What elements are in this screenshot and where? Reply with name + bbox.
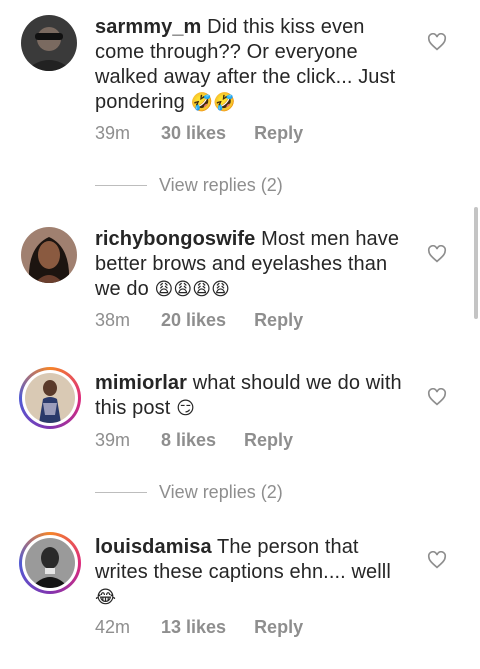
reply-button[interactable]: Reply [254,310,303,331]
timestamp: 42m [95,617,131,637]
comment-meta: 42m 13 likes Reply [95,617,303,638]
username[interactable]: mimiorlar [95,372,187,394]
likes-count[interactable]: 8 likes [161,430,216,451]
username[interactable]: richybongoswife [95,228,255,250]
heart-icon[interactable] [427,33,447,51]
view-replies-label: View replies (2) [159,175,283,195]
reply-button[interactable]: Reply [254,123,303,144]
reply-button[interactable]: Reply [254,617,303,638]
timestamp: 38m [95,310,131,330]
username[interactable]: louisdamisa [95,536,212,558]
timestamp: 39m [95,123,131,143]
divider-line [95,185,147,186]
emoji: 🤣🤣 [190,92,236,113]
username[interactable]: sarmmy_m [95,16,201,38]
avatar-story-ring[interactable] [19,367,81,429]
likes-count[interactable]: 30 likes [161,123,226,144]
emoji: 😏 [176,398,195,419]
avatar-story-ring[interactable] [19,532,81,594]
avatar [25,373,75,423]
timestamp: 39m [95,430,131,450]
comment-meta: 38m 20 likes Reply [95,310,303,331]
view-replies-button[interactable]: View replies (2) [95,175,283,196]
reply-button[interactable]: Reply [244,430,293,451]
likes-count[interactable]: 20 likes [161,310,226,331]
comment-text: louisdamisa The person that writes these… [95,535,415,610]
comment-meta: 39m 30 likes Reply [95,123,303,144]
view-replies-button[interactable]: View replies (2) [95,482,283,503]
emoji: 😂 [95,587,117,608]
avatar[interactable] [21,15,77,71]
heart-icon[interactable] [427,551,447,569]
comment-text: richybongoswife Most men have better bro… [95,227,415,302]
view-replies-label: View replies (2) [159,482,283,502]
comment-meta: 39m 8 likes Reply [95,430,293,451]
heart-icon[interactable] [427,388,447,406]
comment-text: sarmmy_m Did this kiss even come through… [95,15,415,115]
divider-line [95,492,147,493]
scrollbar[interactable] [474,207,478,319]
comment-text: mimiorlar what should we do with this po… [95,371,415,421]
avatar [25,538,75,588]
emoji: 😩😩😩😩 [154,279,231,300]
avatar[interactable] [21,227,77,283]
likes-count[interactable]: 13 likes [161,617,226,638]
heart-icon[interactable] [427,245,447,263]
